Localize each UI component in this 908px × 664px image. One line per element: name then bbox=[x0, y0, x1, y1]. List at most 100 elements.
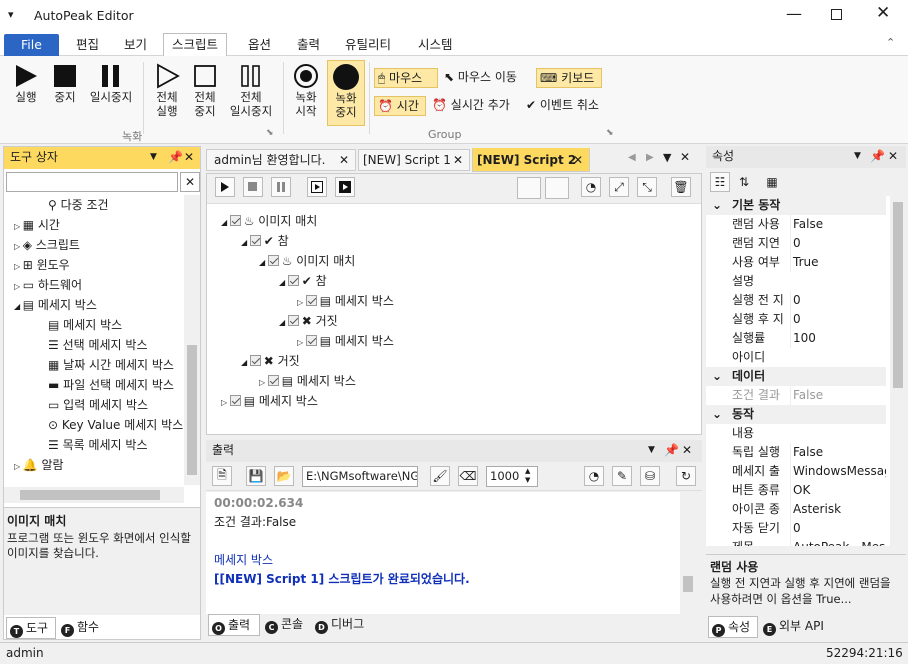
tab-script-2[interactable]: [NEW] Script 2 ✕ bbox=[472, 148, 590, 172]
close-tab-icon[interactable]: ✕ bbox=[339, 150, 349, 170]
menu-system[interactable]: 시스템 bbox=[410, 34, 461, 56]
property-row[interactable]: 실행 후 지0 bbox=[706, 310, 886, 329]
keyboard-record-toggle[interactable]: ⌨ 키보드 bbox=[536, 68, 602, 88]
pause-button[interactable]: 일시중지 bbox=[85, 62, 137, 104]
eraser-icon[interactable]: ⌫ bbox=[458, 466, 478, 486]
collapse-ribbon-icon[interactable]: ⌃ bbox=[886, 36, 895, 49]
tree-item[interactable]: ☰ 선택 메세지 박스 bbox=[48, 335, 148, 355]
tab-console[interactable]: C 콘솔 bbox=[262, 614, 310, 636]
menu-edit[interactable]: 편집 bbox=[68, 34, 107, 56]
property-row[interactable]: 실행률 100 bbox=[706, 329, 886, 348]
run-all-button[interactable]: 전체 실행 bbox=[148, 62, 186, 118]
empty-button[interactable] bbox=[517, 177, 541, 199]
minimize-icon[interactable]: — bbox=[786, 4, 802, 23]
tree-item[interactable]: ▷ 🔔 알람 bbox=[14, 455, 64, 475]
delete-icon[interactable]: 🗑 bbox=[671, 177, 691, 197]
script-node[interactable]: ◢ ✔ 참 bbox=[279, 271, 327, 291]
menu-script[interactable]: 스크립트 bbox=[163, 33, 228, 57]
property-row[interactable]: 사용 여부 True bbox=[706, 253, 886, 272]
run-button[interactable]: 실행 bbox=[8, 62, 44, 104]
property-row[interactable]: 아이콘 종 Asterisk bbox=[706, 500, 886, 519]
close-icon[interactable]: ✕ bbox=[680, 150, 690, 164]
tab-output[interactable]: O 출력 bbox=[208, 614, 260, 636]
dropdown-icon[interactable]: ▼ bbox=[854, 146, 861, 167]
new-file-icon[interactable]: 🗎 bbox=[212, 466, 232, 486]
pause-icon[interactable] bbox=[271, 177, 291, 197]
categorized-icon[interactable]: ☷ bbox=[710, 172, 730, 192]
tab-tools[interactable]: T 도구 bbox=[6, 617, 56, 639]
menu-view[interactable]: 보기 bbox=[116, 34, 155, 56]
step-icon[interactable] bbox=[307, 177, 327, 197]
brush-icon[interactable]: ✎ bbox=[612, 466, 632, 486]
realtime-add-toggle[interactable]: ⏰ 실시간 추가 bbox=[432, 96, 510, 116]
tree-item[interactable]: ⊙ Key Value 메세지 박스 bbox=[48, 415, 183, 435]
stop-icon[interactable] bbox=[243, 177, 263, 197]
tab-welcome[interactable]: admin님 환영합니다. ✕ bbox=[206, 149, 356, 171]
menu-options[interactable]: 옵션 bbox=[240, 34, 279, 56]
dialog-launcher-icon[interactable]: ⬊ bbox=[266, 128, 274, 138]
close-icon[interactable]: ✕ bbox=[184, 147, 194, 168]
tree-item[interactable]: ▷ ⊞ 윈도우 bbox=[14, 255, 70, 275]
tab-debug[interactable]: D 디버그 bbox=[312, 614, 376, 636]
mouse-record-toggle[interactable]: 🖱 마우스 bbox=[374, 68, 438, 88]
horizontal-scrollbar[interactable] bbox=[4, 487, 184, 503]
close-icon[interactable]: ✕ bbox=[682, 440, 692, 461]
tab-list-icon[interactable]: ▼ bbox=[663, 151, 671, 164]
menu-utility[interactable]: 유틸리티 bbox=[337, 34, 399, 56]
toolbox-search-input[interactable] bbox=[6, 172, 178, 192]
system-menu-icon[interactable]: ▾ bbox=[8, 8, 14, 21]
timer-icon[interactable]: ◔ bbox=[581, 177, 601, 197]
tab-external-api[interactable]: E 외부 API bbox=[760, 616, 836, 638]
clock-icon[interactable]: ◔ bbox=[584, 466, 604, 486]
tab-properties[interactable]: P 속성 bbox=[708, 616, 758, 638]
property-row[interactable]: 랜덤 지연 0 bbox=[706, 234, 886, 253]
step-over-icon[interactable] bbox=[335, 177, 355, 197]
script-node[interactable]: ◢ ♨ 이미지 매치 bbox=[259, 251, 355, 271]
script-node[interactable]: ◢ ✔ 참 bbox=[241, 231, 289, 251]
clear-search-icon[interactable]: ✕ bbox=[180, 172, 200, 192]
dropdown-icon[interactable]: ▼ bbox=[150, 147, 157, 168]
tree-item[interactable]: ▬ 파일 선택 메세지 박스 bbox=[48, 375, 174, 395]
pin-icon[interactable]: 📌 bbox=[168, 147, 183, 168]
property-row[interactable]: 메세지 출WindowsMessage bbox=[706, 462, 886, 481]
pin-icon[interactable]: 📌 bbox=[870, 146, 885, 167]
count-stepper[interactable]: 1000 ▲ ▼ bbox=[486, 466, 538, 487]
vertical-scrollbar[interactable] bbox=[890, 196, 906, 550]
close-icon[interactable]: ✕ bbox=[888, 146, 898, 167]
open-folder-icon[interactable]: 📂 bbox=[274, 466, 294, 486]
property-row[interactable]: 랜덤 사용 False bbox=[706, 215, 886, 234]
tab-functions[interactable]: F 함수 bbox=[58, 617, 108, 639]
property-row[interactable]: 내용 bbox=[706, 424, 886, 443]
section-header[interactable]: ⌄ 데이터 bbox=[706, 367, 886, 386]
dialog-launcher-icon[interactable]: ⬊ bbox=[606, 128, 614, 138]
script-node[interactable]: ▷ ▤ 메세지 박스 bbox=[221, 391, 318, 411]
tab-script-1[interactable]: [NEW] Script 1 ✕ bbox=[358, 149, 470, 171]
collapse-icon[interactable]: ⤡ bbox=[637, 177, 657, 197]
script-node[interactable]: ◢ ✖ 거짓 bbox=[279, 311, 338, 331]
mouse-move-toggle[interactable]: ⬉ 마우스 이동 bbox=[444, 68, 517, 88]
vertical-scrollbar[interactable] bbox=[184, 195, 200, 485]
record-start-button[interactable]: 녹화 시작 bbox=[288, 62, 324, 118]
vertical-scrollbar[interactable] bbox=[680, 492, 696, 614]
section-header[interactable]: ⌄ 동작 bbox=[706, 405, 886, 424]
empty-button[interactable] bbox=[545, 177, 569, 199]
file-menu[interactable]: File bbox=[4, 34, 59, 56]
tree-item[interactable]: ▤ 메세지 박스 bbox=[48, 315, 122, 335]
property-row[interactable]: 아이디 bbox=[706, 348, 886, 367]
refresh-icon[interactable]: ↻ bbox=[676, 466, 696, 486]
close-icon[interactable]: ✕ bbox=[876, 3, 890, 23]
section-header[interactable]: ⌄ 기본 동작 bbox=[706, 196, 886, 215]
magic-brush-icon[interactable]: 🖌 bbox=[430, 466, 450, 486]
pause-all-button[interactable]: 전체 일시중지 bbox=[224, 62, 278, 118]
tree-item[interactable]: ◢ ▤ 메세지 박스 bbox=[14, 295, 97, 315]
sort-alpha-icon[interactable]: ⇅ bbox=[734, 172, 754, 192]
property-row[interactable]: 제목AutoPeak - Messa bbox=[706, 538, 886, 546]
dropdown-icon[interactable]: ▼ bbox=[648, 440, 655, 461]
tree-item[interactable]: ▷ ▦ 시간 bbox=[14, 215, 60, 235]
property-row[interactable]: 버튼 종류 OK bbox=[706, 481, 886, 500]
scroll-left-icon[interactable]: ◀ bbox=[628, 152, 636, 163]
tree-item[interactable]: ▷ ◈ 스크립트 bbox=[14, 235, 80, 255]
close-tab-icon[interactable]: ✕ bbox=[453, 150, 463, 170]
script-node[interactable]: ▷ ▤ 메세지 박스 bbox=[259, 371, 356, 391]
script-node[interactable]: ◢ ♨ 이미지 매치 bbox=[221, 211, 317, 231]
